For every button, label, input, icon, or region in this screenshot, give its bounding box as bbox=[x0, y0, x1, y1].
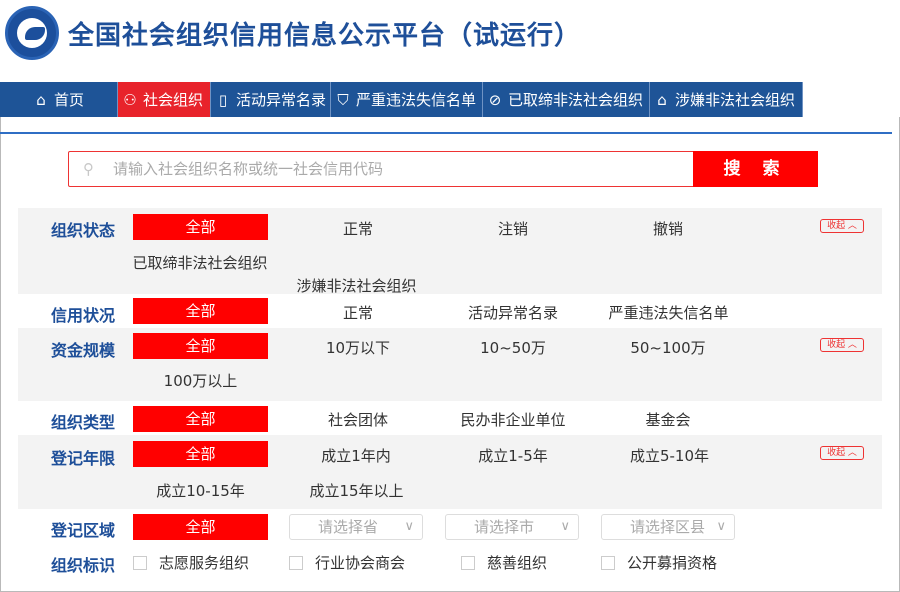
filter-label: 信用状况 bbox=[51, 306, 116, 325]
filter-option[interactable]: 成立1年内 bbox=[301, 445, 411, 466]
chevron-down-icon: ∨ bbox=[404, 519, 414, 534]
nav-item-social-org[interactable]: ⚇ 社会组织 bbox=[118, 82, 211, 117]
nav-item-suspected-org[interactable]: ⌂ 涉嫌非法社会组织 bbox=[650, 82, 803, 117]
filter-option[interactable]: 注销 bbox=[473, 218, 553, 239]
nav-item-blacklist[interactable]: ⛉ 严重违法失信名单 bbox=[331, 82, 483, 117]
nav-divider bbox=[0, 132, 892, 134]
filter-option[interactable]: 社会团体 bbox=[308, 409, 408, 430]
filter-option[interactable]: 10~50万 bbox=[463, 337, 563, 358]
nav-item-abnormal-list[interactable]: ▯ 活动异常名录 bbox=[211, 82, 331, 117]
filter-option[interactable]: 活动异常名录 bbox=[448, 302, 578, 323]
filter-option[interactable]: 民办非企业单位 bbox=[443, 409, 583, 430]
filter-label: 登记年限 bbox=[51, 449, 116, 468]
filter-option[interactable]: 成立5-10年 bbox=[612, 445, 727, 466]
filter-row-region: 登记区域 全部 请选择省 ∨ 请选择市 ∨ 请选择区县 ∨ bbox=[18, 509, 882, 543]
site-title: 全国社会组织信用信息公示平台（试运行） bbox=[68, 21, 582, 51]
filter-option[interactable]: 正常 bbox=[318, 302, 398, 323]
warning-icon: ⌂ bbox=[657, 90, 667, 109]
collapse-toggle[interactable]: 收起 ︿ bbox=[820, 219, 864, 233]
nav-item-home[interactable]: ⌂ 首页 bbox=[0, 82, 118, 117]
district-select[interactable]: 请选择区县 ∨ bbox=[601, 514, 735, 540]
checkbox-box[interactable] bbox=[461, 555, 475, 570]
province-select[interactable]: 请选择省 ∨ bbox=[289, 514, 423, 540]
filter-row-years: 登记年限 全部 成立1年内 成立1-5年 成立5-10年 成立10-15年 成立… bbox=[18, 435, 882, 509]
filter-row-capital: 资金规模 全部 10万以下 10~50万 50~100万 100万以上 收起 ︿ bbox=[18, 328, 882, 401]
site-header: 全国社会组织信用信息公示平台（试运行） bbox=[0, 0, 900, 80]
filter-row-status: 组织状态 全部 正常 注销 撤销 已取缔非法社会组织 涉嫌非法社会组织 收起 ︿ bbox=[18, 208, 882, 294]
site-logo bbox=[5, 6, 59, 60]
filter-option-all[interactable]: 全部 bbox=[133, 333, 268, 359]
checkbox-charity[interactable]: 慈善组织 bbox=[461, 552, 547, 573]
filter-option[interactable]: 成立15年以上 bbox=[294, 480, 419, 501]
search-bar: ⚲ 搜 索 bbox=[68, 151, 818, 187]
chevron-down-icon: ∨ bbox=[716, 519, 726, 534]
search-button[interactable]: 搜 索 bbox=[693, 151, 818, 187]
org-icon: ⚇ bbox=[123, 90, 137, 109]
filter-option[interactable]: 基金会 bbox=[618, 409, 718, 430]
filter-option[interactable]: 100万以上 bbox=[148, 370, 253, 391]
collapse-toggle[interactable]: 收起 ︿ bbox=[820, 338, 864, 352]
chevron-down-icon: ∨ bbox=[560, 519, 570, 534]
checkbox-industry-assoc[interactable]: 行业协会商会 bbox=[289, 552, 405, 573]
filter-label: 组织标识 bbox=[51, 556, 116, 575]
filter-row-credit: 信用状况 全部 正常 活动异常名录 严重违法失信名单 bbox=[18, 294, 882, 328]
checkbox-public-fundraising[interactable]: 公开募捐资格 bbox=[601, 552, 717, 573]
filter-label: 组织状态 bbox=[51, 221, 116, 240]
ban-icon: ⊘ bbox=[488, 90, 502, 109]
collapse-toggle[interactable]: 收起 ︿ bbox=[820, 446, 864, 460]
filter-option-all[interactable]: 全部 bbox=[133, 441, 268, 467]
filter-option[interactable]: 10万以下 bbox=[308, 337, 408, 358]
filter-option[interactable]: 50~100万 bbox=[618, 337, 718, 358]
filter-option[interactable]: 成立10-15年 bbox=[138, 480, 263, 501]
nav-item-banned-org[interactable]: ⊘ 已取缔非法社会组织 bbox=[483, 82, 650, 117]
filter-option[interactable]: 严重违法失信名单 bbox=[596, 302, 741, 323]
filter-option-all[interactable]: 全部 bbox=[133, 298, 268, 324]
filter-option[interactable]: 正常 bbox=[318, 218, 398, 239]
city-select[interactable]: 请选择市 ∨ bbox=[445, 514, 579, 540]
checkbox-box[interactable] bbox=[133, 555, 147, 570]
filter-option-all[interactable]: 全部 bbox=[133, 214, 268, 240]
filter-option-all[interactable]: 全部 bbox=[133, 514, 268, 540]
filter-option[interactable]: 已取缔非法社会组织 bbox=[130, 250, 270, 276]
checkbox-box[interactable] bbox=[289, 555, 303, 570]
checkbox-box[interactable] bbox=[601, 555, 615, 570]
shield-icon: ⛉ bbox=[337, 90, 349, 109]
filter-option[interactable]: 撤销 bbox=[628, 218, 708, 239]
checkbox-volunteer[interactable]: 志愿服务组织 bbox=[133, 552, 249, 573]
filter-label: 登记区域 bbox=[51, 521, 116, 540]
filter-option-all[interactable]: 全部 bbox=[133, 406, 268, 432]
main-nav: ⌂ 首页 ⚇ 社会组织 ▯ 活动异常名录 ⛉ 严重违法失信名单 ⊘ 已取缔非法社会组织 ⌂… bbox=[0, 80, 900, 117]
home-icon: ⌂ bbox=[36, 90, 46, 109]
filter-row-tag: 组织标识 志愿服务组织 行业协会商会 慈善组织 公开募捐资格 bbox=[18, 543, 882, 577]
search-input[interactable] bbox=[113, 158, 683, 180]
filter-label: 资金规模 bbox=[51, 341, 116, 360]
filter-option[interactable]: 涉嫌非法社会组织 bbox=[284, 275, 429, 294]
search-icon: ⚲ bbox=[83, 160, 94, 178]
filter-option[interactable]: 成立1-5年 bbox=[458, 445, 568, 466]
list-icon: ▯ bbox=[218, 90, 228, 109]
filter-label: 组织类型 bbox=[51, 413, 116, 432]
filter-row-type: 组织类型 全部 社会团体 民办非企业单位 基金会 bbox=[18, 401, 882, 435]
